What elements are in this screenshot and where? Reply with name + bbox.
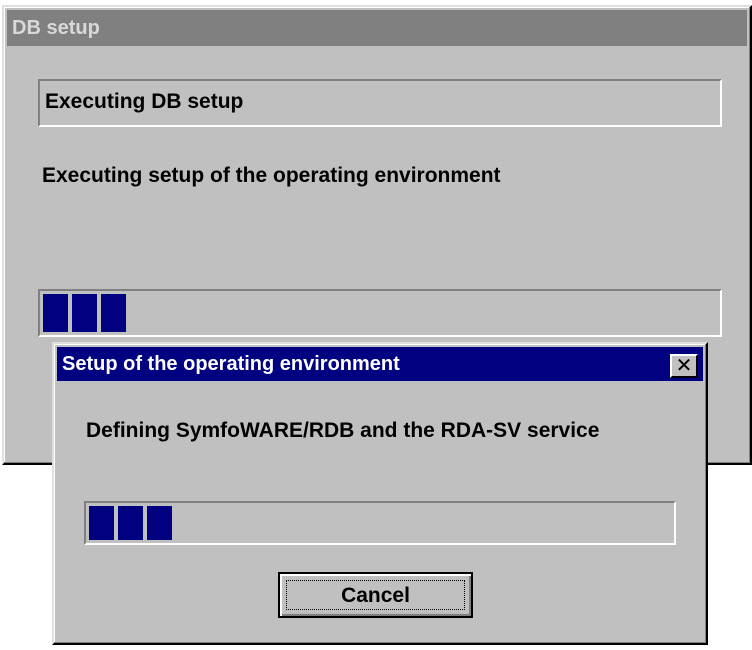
- cancel-button-label: Cancel: [286, 580, 465, 610]
- progress-block: [101, 294, 126, 332]
- progress-block: [118, 506, 143, 540]
- db-setup-title: DB setup: [7, 10, 747, 46]
- main-progress-bar: [38, 289, 722, 337]
- status-field: Executing DB setup: [38, 79, 722, 127]
- cancel-button[interactable]: Cancel: [278, 572, 473, 618]
- close-button[interactable]: ✕: [670, 354, 698, 378]
- close-icon: ✕: [675, 353, 693, 377]
- dialog-title: Setup of the operating environment ✕: [57, 347, 703, 381]
- progress-block: [147, 506, 172, 540]
- progress-block: [72, 294, 97, 332]
- status-message: Executing setup of the operating environ…: [42, 164, 501, 187]
- dialog-title-text: Setup of the operating environment: [62, 353, 400, 375]
- dialog-message: Defining SymfoWARE/RDB and the RDA-SV se…: [86, 419, 600, 442]
- dialog-progress-bar: [84, 501, 676, 545]
- progress-block: [89, 506, 114, 540]
- progress-block: [43, 294, 68, 332]
- setup-dialog: Setup of the operating environment ✕ Def…: [52, 342, 708, 645]
